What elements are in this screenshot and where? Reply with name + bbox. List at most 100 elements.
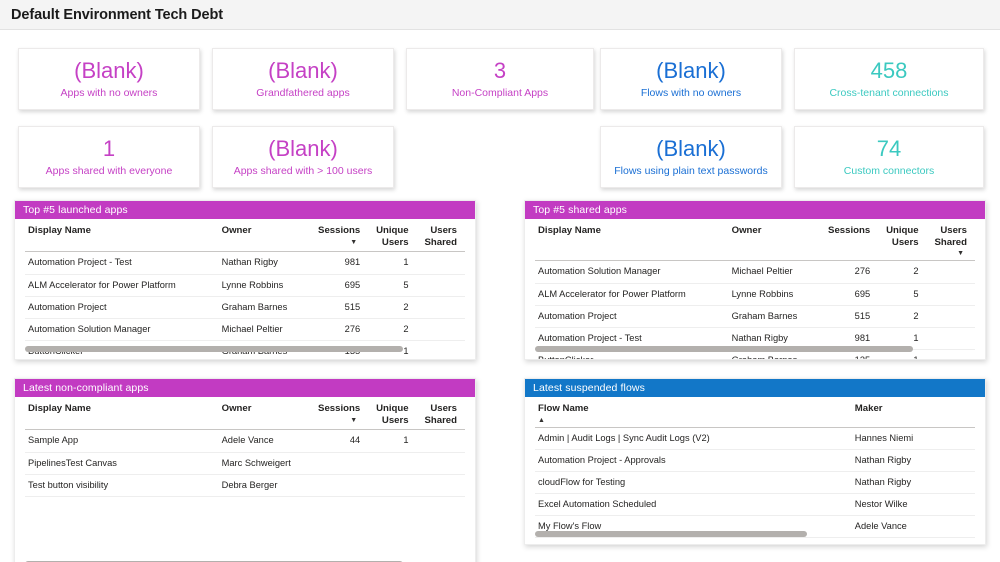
kpi-card[interactable]: 3Non-Compliant Apps [406,48,594,110]
sort-descending-icon[interactable]: ▼ [314,239,360,246]
column-header-label: Owner [222,225,252,236]
table-cell: Automation Solution Manager [25,318,219,340]
table-cell: Hannes Niemi [852,427,975,449]
table-row[interactable]: PipelinesTest CanvasMarc Schweigert [25,452,465,474]
table-cell: 276 [311,318,368,340]
column-header-label: Display Name [28,225,91,236]
column-header[interactable]: Unique Users [368,397,416,430]
column-header[interactable]: Sessions [821,219,878,261]
table-row[interactable]: Automation Solution ManagerMichael Pelti… [25,318,465,340]
table-cell: Adele Vance [219,430,311,452]
table-cell [927,327,975,349]
column-header[interactable]: Display Name [25,397,219,430]
kpi-card[interactable]: (Blank)Apps shared with > 100 users [212,126,394,188]
table-row[interactable]: Automation Project - ApprovalsNathan Rig… [535,449,975,471]
column-header-label: Users Shared [934,225,967,248]
table-cell [417,474,465,496]
kpi-label: Flows using plain text passwords [614,165,768,177]
sort-ascending-icon[interactable]: ▲ [538,417,847,424]
column-header[interactable]: Owner [219,219,311,252]
horizontal-scrollbar[interactable] [535,346,913,352]
table-row[interactable]: Excel Automation ScheduledNestor Wilke [535,494,975,516]
horizontal-scrollbar[interactable] [25,346,403,352]
column-header-label: Display Name [538,225,601,236]
column-header[interactable]: Owner [729,219,821,261]
column-header-label: Users Shared [424,225,457,248]
table-scroll-area[interactable]: Display NameOwnerSessionsUnique UsersUse… [525,219,985,359]
table-cell: Adele Vance [852,516,975,538]
kpi-label: Cross-tenant connections [829,87,948,99]
table-cell [417,341,465,359]
table-cell: Automation Project - Test [25,252,219,274]
table-row[interactable]: Automation ProjectGraham Barnes5152 [25,296,465,318]
table-cell: Automation Project - Approvals [535,449,852,471]
table-cell: 1 [368,430,416,452]
table-row[interactable]: ALM Accelerator for Power PlatformLynne … [25,274,465,296]
column-header-label: Maker [855,403,883,414]
table-cell: Graham Barnes [729,305,821,327]
table-cell: Admin | Audit Logs | Sync Audit Logs (V2… [535,427,852,449]
column-header[interactable]: Unique Users [368,219,416,252]
sort-descending-icon[interactable]: ▼ [314,417,360,424]
column-header[interactable]: Users Shared [417,219,465,252]
table-cell: ALM Accelerator for Power Platform [535,283,729,305]
table-row[interactable]: Admin | Audit Logs | Sync Audit Logs (V2… [535,427,975,449]
column-header[interactable]: Display Name [535,219,729,261]
kpi-card[interactable]: (Blank) Flows with no owners [600,48,782,110]
kpi-card[interactable]: 1Apps shared with everyone [18,126,200,188]
kpi-card[interactable]: (Blank) Flows using plain text passwords [600,126,782,188]
kpi-value: (Blank) [656,59,726,82]
kpi-value: 3 [494,59,506,82]
table-row[interactable]: Test button visibilityDebra Berger [25,474,465,496]
column-header-label: Flow Name [538,403,589,414]
kpi-value: (Blank) [656,137,726,160]
table-row[interactable]: ALM Accelerator for Power PlatformLynne … [535,283,975,305]
table-cell: 2 [878,261,926,283]
kpi-card[interactable]: 74Custom connectors [794,126,984,188]
table-row[interactable]: cloudFlow for TestingNathan Rigby [535,472,975,494]
horizontal-scrollbar[interactable] [535,531,807,537]
table-cell: Michael Peltier [219,318,311,340]
column-header[interactable]: Sessions▼ [311,397,368,430]
kpi-label: Flows with no owners [641,87,741,99]
table-cell: 981 [311,252,368,274]
table-visual: Top #5 shared appsDisplay NameOwnerSessi… [524,200,986,360]
table-cell: 5 [368,274,416,296]
table-scroll-area[interactable]: Display Name Owner Sessions ▼ Unique Users Us… [15,219,475,359]
column-header[interactable]: Sessions ▼ [311,219,368,252]
sort-descending-icon[interactable]: ▼ [930,250,967,257]
table-row[interactable]: Automation Solution ManagerMichael Pelti… [535,261,975,283]
table-cell: 695 [311,274,368,296]
report-canvas: (Blank)Apps with no owners(Blank)Grandfa… [0,30,1000,562]
table-cell: 44 [311,430,368,452]
table-cell [311,474,368,496]
table-scroll-area[interactable]: Display NameOwnerSessions▼Unique UsersUs… [15,397,475,562]
table-visual-title: Latest suspended flows [525,379,985,397]
column-header[interactable]: Users Shared ▼ [927,219,975,261]
table-header-row: Flow Name ▲ Maker [535,397,975,427]
table-cell [417,296,465,318]
table-scroll-area[interactable]: Flow Name ▲ Maker Admin | Audit Logs | Sync… [525,397,985,544]
table-cell: Graham Barnes [219,296,311,318]
column-header[interactable]: Owner [219,397,311,430]
column-header[interactable]: Unique Users [878,219,926,261]
table-visual: Latest suspended flowsFlow Name▲MakerAdm… [524,378,986,545]
table-cell [368,452,416,474]
kpi-card[interactable]: 458Cross-tenant connections [794,48,984,110]
column-header-label: Unique Users [376,225,409,248]
table-row[interactable]: Sample AppAdele Vance441 [25,430,465,452]
table-cell: 5 [878,283,926,305]
table-row[interactable]: Automation ProjectGraham Barnes5152 [535,305,975,327]
table-row[interactable]: Automation Project - TestNathan Rigby981… [25,252,465,274]
window-titlebar: Default Environment Tech Debt [0,0,1000,30]
table-cell: 695 [821,283,878,305]
column-header[interactable]: Users Shared [417,397,465,430]
kpi-card[interactable]: (Blank)Grandfathered apps [212,48,394,110]
table-cell [927,350,975,359]
column-header[interactable]: Display Name [25,219,219,252]
column-header-label: Sessions [318,225,360,236]
table-header-row: Display NameOwnerSessionsUnique UsersUse… [535,219,975,261]
column-header[interactable]: Maker [852,397,975,427]
kpi-card[interactable]: (Blank)Apps with no owners [18,48,200,110]
column-header[interactable]: Flow Name ▲ [535,397,852,427]
